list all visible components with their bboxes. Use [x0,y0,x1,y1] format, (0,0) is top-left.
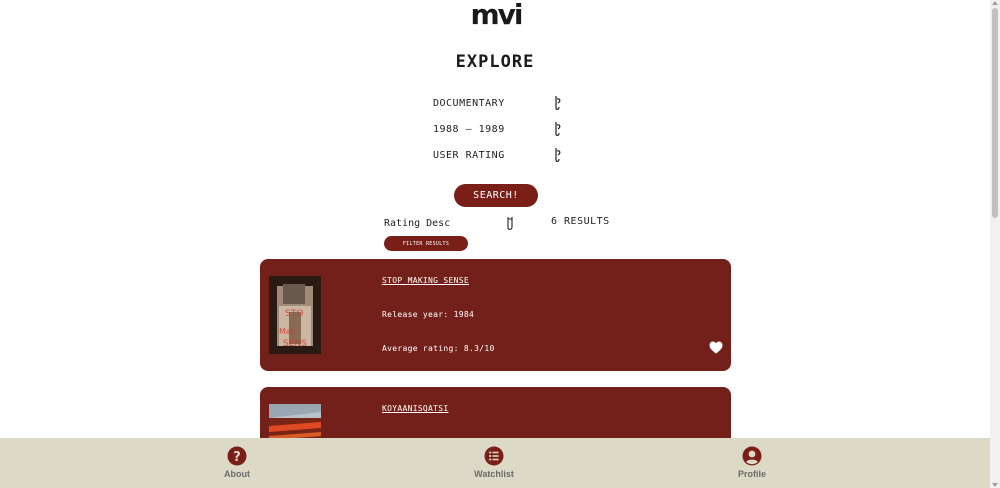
list-circle-icon [484,446,504,466]
year-filter-label: 1988 – 1989 [433,123,505,135]
filter-results-button[interactable]: FILTER RESULTS [384,236,468,251]
user-circle-icon [742,446,762,466]
svg-text:SENS: SENS [283,339,307,349]
nav-watchlist-label: Watchlist [474,469,514,479]
chevron-down-icon [555,122,561,136]
svg-text:Mak: Mak [279,327,296,336]
year-filter-select[interactable]: 1988 – 1989 [433,120,563,138]
search-button[interactable]: SEARCH! [454,184,538,207]
nav-about-label: About [224,469,250,479]
genre-filter-label: DOCUMENTARY [433,97,505,109]
rating-filter-label: USER RATING [433,149,505,161]
svg-text:STO: STO [285,309,303,319]
bottom-nav: ? About Watchlist Profile [0,438,990,488]
vertical-scrollbar[interactable] [990,0,1000,488]
nav-watchlist[interactable]: Watchlist [454,446,534,479]
nav-profile-label: Profile [737,469,766,479]
scroll-down-arrow-icon[interactable] [992,483,998,487]
nav-about[interactable]: ? About [197,446,277,479]
movie-title-link[interactable]: KOYAANISQATSI [382,404,449,413]
movie-title-link[interactable]: STOP MAKING SENSE [382,276,469,285]
scrollbar-thumb[interactable] [992,8,998,218]
sort-label: Rating Desc [384,217,451,229]
genre-filter-select[interactable]: DOCUMENTARY [433,94,563,112]
rating-filter-select[interactable]: USER RATING [433,146,563,164]
svg-text:?: ? [233,450,241,465]
movie-average-rating: Average rating: 8.3/10 [382,344,495,353]
results-count: 6 RESULTS [551,216,610,227]
page-title: EXPLORE [455,52,535,72]
scroll-up-arrow-icon[interactable] [992,1,998,5]
chevron-down-icon [507,217,513,230]
heart-icon[interactable] [709,341,723,354]
logo-text: mvi [470,2,521,30]
movie-card: STO Mak SENS STOP MAKING SENSE Release y… [260,259,731,371]
movie-release-year: Release year: 1984 [382,310,475,319]
mvi-logo[interactable]: mvi [450,2,542,30]
nav-profile[interactable]: Profile [712,446,792,479]
sort-select[interactable]: Rating Desc [384,214,516,232]
movie-poster[interactable]: STO Mak SENS [269,276,321,354]
chevron-down-icon [555,148,561,162]
question-circle-icon: ? [227,446,247,466]
page: mvi EXPLORE DOCUMENTARY 1988 – 1989 USER… [0,0,990,488]
chevron-down-icon [555,96,561,110]
